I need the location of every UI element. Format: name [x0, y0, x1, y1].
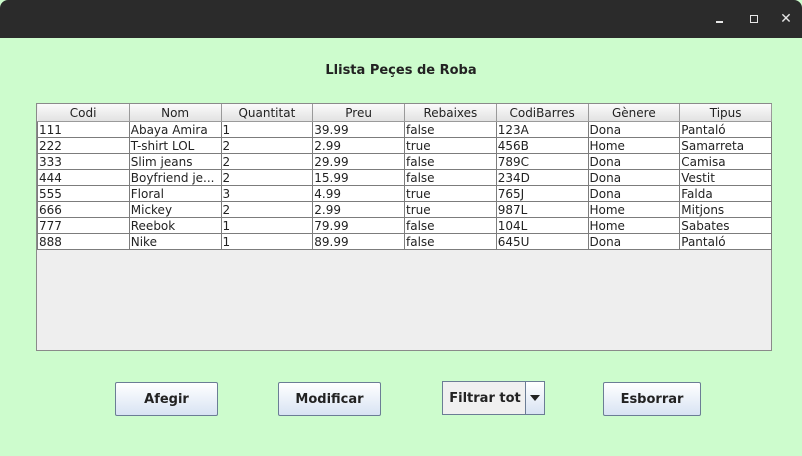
table-cell[interactable]: 15.99 — [312, 169, 405, 186]
table-cell[interactable]: Sabates — [679, 217, 772, 234]
table-cell[interactable]: 89.99 — [312, 233, 405, 250]
filter-selected-value: Filtrar tot — [449, 390, 521, 406]
table-cell[interactable]: Dona — [587, 153, 681, 170]
table-cell[interactable]: 3 — [220, 185, 314, 202]
table-cell[interactable]: false — [404, 121, 497, 138]
table-cell[interactable]: 123A — [495, 121, 589, 138]
table-cell[interactable]: 444 — [37, 169, 130, 186]
table-cell[interactable]: 333 — [37, 153, 130, 170]
column-header[interactable]: CodiBarres — [496, 104, 589, 122]
table-cell[interactable]: Mitjons — [679, 201, 772, 218]
table-cell[interactable]: Pantaló — [679, 233, 772, 250]
table-header-row: Codi Nom Quantitat Preu Rebaixes CodiBarres Gè… — [37, 104, 772, 122]
column-header[interactable]: Rebaixes — [404, 104, 497, 122]
table-cell[interactable]: 456B — [495, 137, 589, 154]
table-cell[interactable]: 1 — [220, 233, 314, 250]
table-cell[interactable]: 2 — [220, 153, 314, 170]
table-cell[interactable]: 765J — [495, 185, 589, 202]
modify-button[interactable]: Modificar — [278, 382, 381, 416]
delete-button[interactable]: Esborrar — [603, 382, 701, 416]
table-cell[interactable]: T-shirt LOL — [128, 137, 222, 154]
table-cell[interactable]: 2.99 — [312, 201, 405, 218]
table-cell[interactable]: 2 — [220, 137, 314, 154]
table-cell[interactable]: 2 — [220, 169, 314, 186]
column-header[interactable]: Tipus — [679, 104, 772, 122]
table-cell[interactable]: 987L — [495, 201, 589, 218]
chevron-down-icon[interactable] — [525, 382, 544, 414]
table-cell[interactable]: Mickey — [128, 201, 222, 218]
table-cell[interactable]: 111 — [37, 121, 130, 138]
clothing-table[interactable]: Codi Nom Quantitat Preu Rebaixes CodiBarres Gè… — [37, 104, 772, 250]
column-header[interactable]: Preu — [312, 104, 405, 122]
table-cell[interactable]: Samarreta — [679, 137, 772, 154]
table-row[interactable]: 888 Nike 1 89.99 false 645U Dona Pantaló — [37, 233, 772, 250]
table-row[interactable]: 333 Slim jeans 2 29.99 false 789C Dona Camisa — [37, 153, 772, 170]
column-header[interactable]: Codi — [37, 104, 130, 122]
close-icon[interactable]: ✕ — [777, 10, 795, 28]
table-cell[interactable]: 4.99 — [312, 185, 405, 202]
table-cell[interactable]: 222 — [37, 137, 130, 154]
minimize-icon[interactable] — [711, 10, 729, 28]
table-cell[interactable]: Abaya Amira — [128, 121, 222, 138]
table-cell[interactable]: 1 — [220, 121, 314, 138]
table-cell[interactable]: false — [404, 153, 497, 170]
table-cell[interactable]: 888 — [37, 233, 130, 250]
table-cell[interactable]: 104L — [495, 217, 589, 234]
table-cell[interactable]: false — [404, 217, 497, 234]
add-button[interactable]: Afegir — [115, 382, 218, 416]
column-header[interactable]: Nom — [129, 104, 222, 122]
column-header[interactable]: Gènere — [588, 104, 681, 122]
table-cell[interactable]: Falda — [679, 185, 772, 202]
table-row[interactable]: 555 Floral 3 4.99 true 765J Dona Falda — [37, 185, 772, 202]
table-cell[interactable]: 555 — [37, 185, 130, 202]
table-cell[interactable]: 2 — [220, 201, 314, 218]
table-cell[interactable]: Dona — [587, 185, 681, 202]
table-cell[interactable]: Dona — [587, 121, 681, 138]
table-cell[interactable]: 39.99 — [312, 121, 405, 138]
maximize-icon[interactable] — [745, 10, 763, 28]
table-cell[interactable]: Boyfriend je... — [128, 169, 222, 186]
table-cell[interactable]: Camisa — [679, 153, 772, 170]
filter-dropdown[interactable]: Filtrar tot — [442, 381, 545, 415]
column-header[interactable]: Quantitat — [221, 104, 314, 122]
table-row[interactable]: 444 Boyfriend je... 2 15.99 false 234D Dona Ves… — [37, 169, 772, 186]
table-cell[interactable]: 234D — [495, 169, 589, 186]
table-row[interactable]: 666 Mickey 2 2.99 true 987L Home Mitjons — [37, 201, 772, 218]
table-cell[interactable]: Slim jeans — [128, 153, 222, 170]
table-cell[interactable]: true — [404, 185, 497, 202]
table-cell[interactable]: true — [404, 137, 497, 154]
clothing-table-panel[interactable]: Codi Nom Quantitat Preu Rebaixes CodiBarres Gè… — [36, 103, 772, 351]
table-cell[interactable]: 789C — [495, 153, 589, 170]
table-cell[interactable]: Dona — [587, 233, 681, 250]
table-cell[interactable]: false — [404, 233, 497, 250]
table-cell[interactable]: 2.99 — [312, 137, 405, 154]
table-cell[interactable]: Dona — [587, 169, 681, 186]
table-cell[interactable]: 29.99 — [312, 153, 405, 170]
table-cell[interactable]: Home — [587, 201, 681, 218]
table-cell[interactable]: 1 — [220, 217, 314, 234]
table-cell[interactable]: 645U — [495, 233, 589, 250]
page-title: Llista Peçes de Roba — [325, 63, 477, 78]
table-cell[interactable]: 777 — [37, 217, 130, 234]
table-cell[interactable]: false — [404, 169, 497, 186]
table-cell[interactable]: Nike — [128, 233, 222, 250]
table-row[interactable]: 222 T-shirt LOL 2 2.99 true 456B Home Samarreta — [37, 137, 772, 154]
window-titlebar: ✕ — [0, 0, 802, 38]
table-cell[interactable]: 79.99 — [312, 217, 405, 234]
table-cell[interactable]: Pantaló — [679, 121, 772, 138]
table-row[interactable]: 111 Abaya Amira 1 39.99 false 123A Dona Pantaló — [37, 121, 772, 138]
table-cell[interactable]: Floral — [128, 185, 222, 202]
table-cell[interactable]: Home — [587, 137, 681, 154]
table-cell[interactable]: 666 — [37, 201, 130, 218]
table-cell[interactable]: Reebok — [128, 217, 222, 234]
table-cell[interactable]: true — [404, 201, 497, 218]
table-row[interactable]: 777 Reebok 1 79.99 false 104L Home Sabates — [37, 217, 772, 234]
table-cell[interactable]: Vestit — [679, 169, 772, 186]
table-cell[interactable]: Home — [587, 217, 681, 234]
